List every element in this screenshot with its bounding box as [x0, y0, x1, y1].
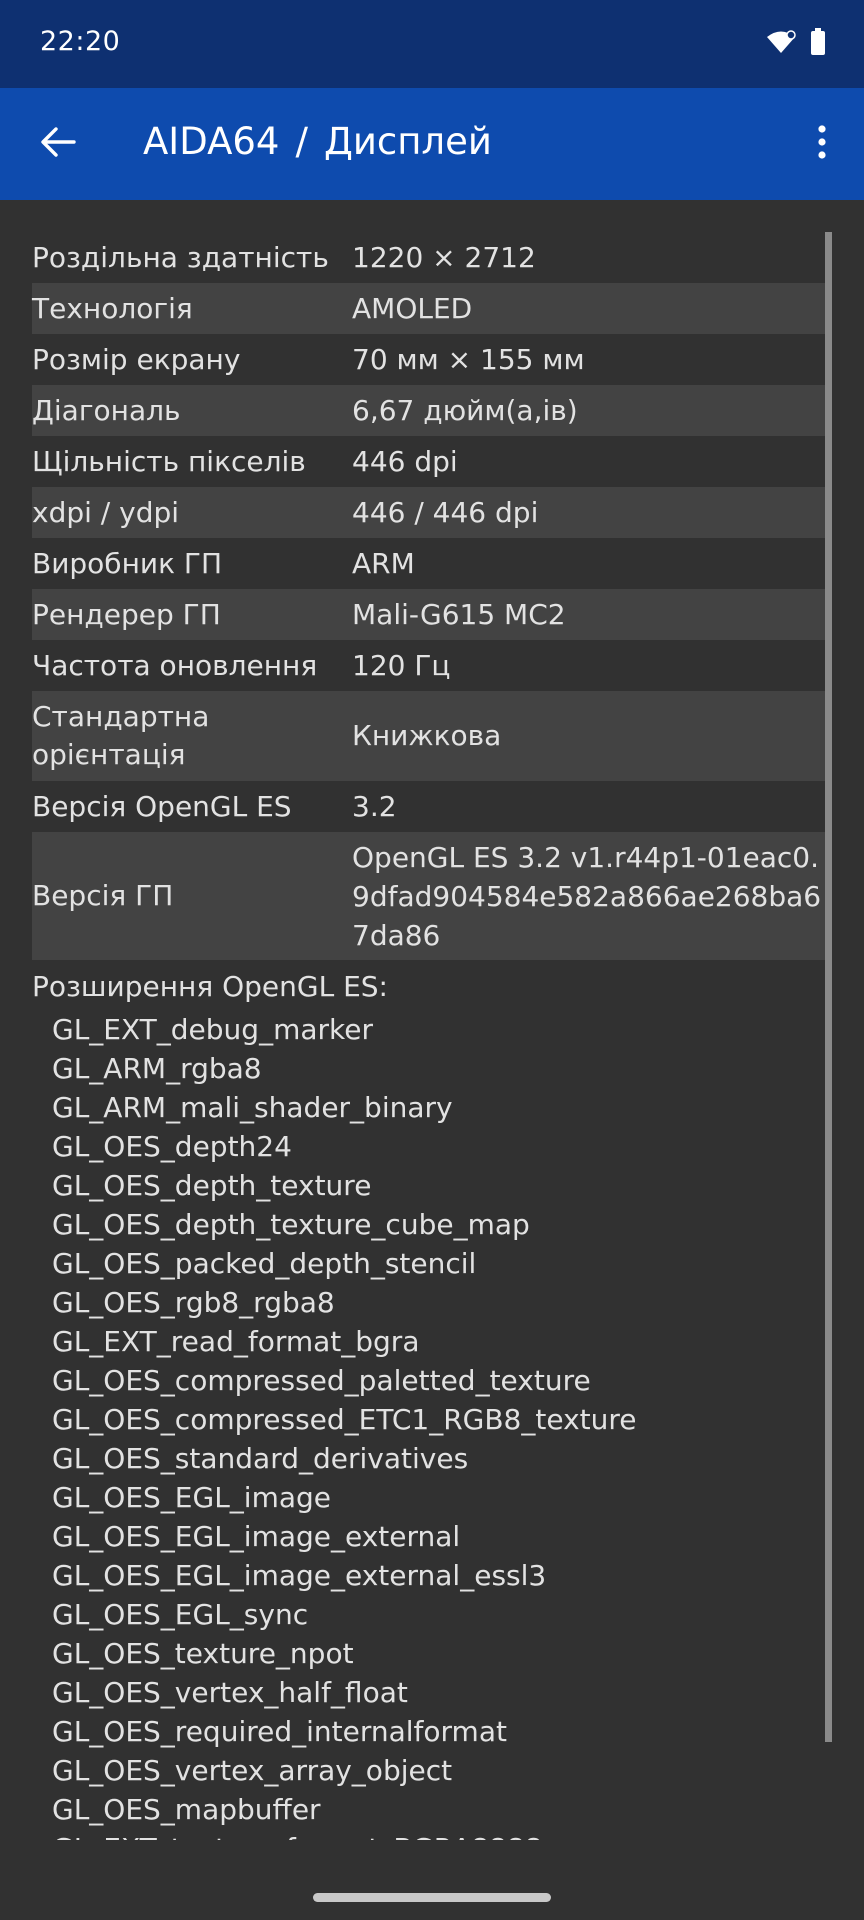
info-row-pixel-density: Щільність пікселів 446 dpi [32, 436, 832, 487]
extension-item: GL_OES_EGL_image_external [52, 1520, 461, 1553]
info-label: Версія ГП [32, 879, 174, 912]
extensions-list: GL_EXT_debug_marker GL_ARM_rgba8 GL_ARM_… [32, 1010, 832, 1840]
info-value: Книжкова [352, 719, 502, 752]
gesture-nav-handle[interactable] [313, 1893, 551, 1902]
extension-item: GL_OES_standard_derivatives [52, 1442, 469, 1475]
scrollbar[interactable] [825, 232, 832, 1742]
info-label: Роздільна здатність [32, 240, 329, 274]
extension-item: GL_OES_vertex_array_object [52, 1754, 453, 1787]
app-bar: AIDA64 / Дисплей [0, 88, 864, 200]
extension-item: GL_OES_depth_texture_cube_map [52, 1208, 530, 1241]
info-value: 446 dpi [352, 444, 458, 478]
info-row-gpu-version: Версія ГП OpenGL ES 3.2 v1.r44p1-01eac0.… [32, 832, 832, 960]
info-value: AMOLED [352, 291, 473, 325]
extension-item: GL_OES_EGL_sync [52, 1598, 309, 1631]
info-label: Рендерер ГП [32, 597, 221, 631]
back-arrow-icon [40, 126, 76, 162]
extension-item: GL_EXT_debug_marker [52, 1013, 373, 1046]
info-row-technology: Технологія AMOLED [32, 283, 832, 334]
info-label: Версія OpenGL ES [32, 789, 292, 823]
info-label: Розмір екрану [32, 342, 241, 376]
extension-item: GL_OES_depth_texture [52, 1169, 372, 1202]
status-time: 22:20 [40, 26, 121, 57]
extension-item: GL_OES_packed_depth_stencil [52, 1247, 477, 1280]
extension-item: GL_OES_EGL_image_external_essl3 [52, 1559, 547, 1592]
info-value: ARM [352, 546, 415, 580]
info-value: 446 / 446 dpi [352, 495, 539, 529]
more-vert-icon [817, 125, 827, 163]
extension-item: GL_OES_texture_npot [52, 1637, 354, 1670]
info-value: 70 мм × 155 мм [352, 342, 585, 376]
extension-item: GL_OES_EGL_image [52, 1481, 332, 1514]
extension-item: GL_EXT_texture_format_BGRA8888 [52, 1829, 832, 1840]
info-row-refresh-rate: Частота оновлення 120 Гц [32, 640, 832, 691]
info-row-resolution: Роздільна здатність 1220 × 2712 [32, 232, 832, 283]
extension-item: GL_OES_compressed_ETC1_RGB8_texture [52, 1403, 637, 1436]
scroll-area[interactable]: Роздільна здатність 1220 × 2712 Технолог… [0, 200, 864, 1840]
info-row-opengl-version: Версія OpenGL ES 3.2 [32, 781, 832, 832]
info-value: 120 Гц [352, 648, 451, 682]
wifi-icon [766, 29, 796, 59]
extension-item: GL_EXT_read_format_bgra [52, 1325, 420, 1358]
back-button[interactable] [32, 118, 84, 170]
info-row-gpu-renderer: Рендерер ГП Mali-G615 MC2 [32, 589, 832, 640]
info-value: 3.2 [352, 789, 397, 823]
info-label: xdpi / ydpi [32, 495, 180, 529]
info-label: Виробник ГП [32, 546, 223, 580]
extension-item: GL_OES_depth24 [52, 1130, 292, 1163]
info-row-default-orientation: Стандартна орієнтація Книжкова [32, 691, 832, 781]
display-info-table: Роздільна здатність 1220 × 2712 Технолог… [32, 232, 832, 960]
title-separator: / [295, 120, 308, 163]
extension-item: GL_ARM_rgba8 [52, 1052, 262, 1085]
info-value: 6,67 дюйм(а,ів) [352, 393, 578, 427]
info-row-gpu-vendor: Виробник ГП ARM [32, 538, 832, 589]
info-row-diagonal: Діагональ 6,67 дюйм(а,ів) [32, 385, 832, 436]
info-row-screen-size: Розмір екрану 70 мм × 155 мм [32, 334, 832, 385]
extension-item: GL_OES_required_internalformat [52, 1715, 507, 1748]
page-title: AIDA64 / Дисплей [143, 120, 492, 163]
app-name: AIDA64 [143, 120, 280, 163]
status-bar: 22:20 [0, 0, 864, 88]
section-name: Дисплей [323, 120, 492, 163]
status-icons [766, 28, 826, 60]
extension-item: GL_OES_compressed_paletted_texture [52, 1364, 591, 1397]
info-label: Діагональ [32, 393, 181, 427]
info-label: Технологія [32, 291, 193, 325]
extensions-title: Розширення OpenGL ES: [32, 970, 388, 1003]
extension-item: GL_OES_rgb8_rgba8 [52, 1286, 335, 1319]
extension-item: GL_OES_vertex_half_float [52, 1676, 408, 1709]
info-row-xdpi-ydpi: xdpi / ydpi 446 / 446 dpi [32, 487, 832, 538]
info-label: Стандартна орієнтація [32, 700, 210, 771]
info-label: Частота оновлення [32, 648, 318, 682]
info-value: OpenGL ES 3.2 v1.r44p1-01eac0.9dfad90458… [352, 840, 822, 952]
extension-item: GL_OES_mapbuffer [52, 1793, 321, 1826]
overflow-menu-button[interactable] [794, 116, 850, 172]
display-info-content: Роздільна здатність 1220 × 2712 Технолог… [32, 232, 832, 1840]
battery-icon [810, 28, 826, 60]
extension-item: GL_ARM_mali_shader_binary [52, 1091, 453, 1124]
info-value: 1220 × 2712 [352, 240, 536, 274]
info-value: Mali-G615 MC2 [352, 597, 566, 631]
info-label: Щільність пікселів [32, 444, 306, 478]
